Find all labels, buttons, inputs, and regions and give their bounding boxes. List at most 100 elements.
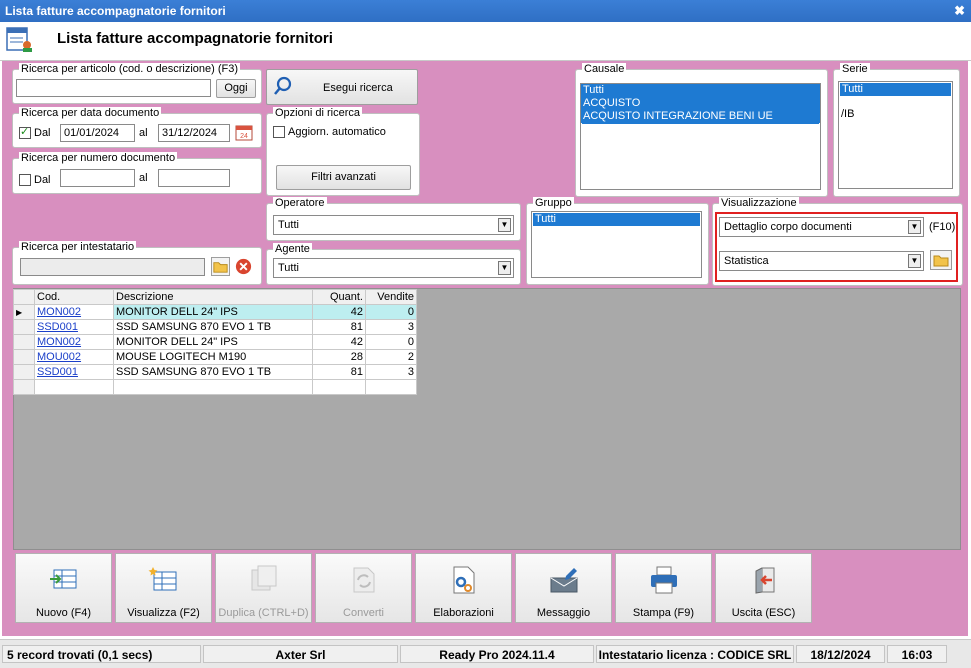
table-row[interactable]: MON002 MONITOR DELL 24" IPS 42 0	[13, 334, 417, 350]
chevron-down-icon[interactable]: ▼	[498, 261, 511, 275]
column-header-cod[interactable]: Cod.	[34, 289, 114, 305]
cell-descr: MONITOR DELL 24" IPS	[113, 304, 313, 320]
date-from-checkbox[interactable]: ✓	[19, 126, 31, 139]
group-label: Gruppo	[533, 197, 574, 210]
duplicate-button[interactable]: Duplica (CTRL+D)	[215, 553, 312, 623]
causale-item[interactable]: ACQUISTO	[581, 97, 820, 110]
row-pointer-icon: ▶	[13, 304, 35, 320]
operator-group: Operatore Tutti ▼	[266, 197, 521, 241]
message-button[interactable]: Messaggio	[515, 553, 612, 623]
row-indicator-header	[13, 289, 35, 305]
agent-select[interactable]: Tutti ▼	[273, 258, 514, 278]
group-list[interactable]: Tutti	[531, 211, 702, 278]
number-to-input[interactable]	[158, 169, 230, 187]
article-search-group: Ricerca per articolo (cod. o descrizione…	[12, 63, 262, 104]
close-icon[interactable]: ✖	[954, 3, 965, 19]
table-row[interactable]: SSD001 SSD SAMSUNG 870 EVO 1 TB 81 3	[13, 319, 417, 335]
serie-label: Serie	[840, 63, 870, 76]
agent-group: Agente Tutti ▼	[266, 243, 521, 285]
cell-empty	[365, 379, 417, 395]
cell-cod[interactable]: MON002	[34, 334, 114, 350]
agent-value: Tutti	[278, 262, 299, 274]
serie-item[interactable]: Tutti	[840, 83, 951, 96]
auto-update-checkbox[interactable]	[273, 126, 285, 138]
group-item[interactable]: Tutti	[533, 213, 700, 226]
column-header-descrizione[interactable]: Descrizione	[113, 289, 313, 305]
row-indicator	[13, 319, 35, 335]
table-row-empty[interactable]	[13, 379, 417, 395]
cell-sales: 3	[365, 319, 417, 335]
view-record-icon	[148, 567, 177, 591]
number-search-group: Ricerca per numero documento Dal al	[12, 152, 262, 194]
results-table[interactable]: Cod. Descrizione Quant. Vendite ▶ MON002…	[13, 289, 417, 395]
serie-list[interactable]: Tutti /IB	[838, 81, 953, 189]
new-button[interactable]: Nuovo (F4)	[15, 553, 112, 623]
serie-group: Serie Tutti /IB	[833, 63, 960, 197]
folder-icon[interactable]	[211, 257, 230, 276]
search-button[interactable]: Esegui ricerca	[266, 69, 418, 105]
date-search-label: Ricerca per data documento	[19, 107, 162, 120]
exit-button-label: Uscita (ESC)	[731, 607, 796, 619]
column-header-quant[interactable]: Quant.	[312, 289, 366, 305]
holder-search-input[interactable]	[20, 258, 205, 276]
chevron-down-icon[interactable]: ▼	[498, 218, 511, 232]
calendar-icon[interactable]: 24	[235, 123, 253, 141]
search-button-label: Esegui ricerca	[323, 82, 393, 94]
operator-value: Tutti	[278, 219, 299, 231]
cell-descr: SSD SAMSUNG 870 EVO 1 TB	[113, 364, 313, 380]
processing-button[interactable]: Elaborazioni	[415, 553, 512, 623]
page-header: Lista fatture accompagnatorie fornitori	[0, 22, 971, 61]
causale-item[interactable]: Tutti	[581, 84, 820, 97]
convert-button[interactable]: Converti	[315, 553, 412, 623]
cell-empty	[312, 379, 366, 395]
holder-search-label: Ricerca per intestatario	[19, 241, 137, 254]
causale-list[interactable]: Tutti ACQUISTO ACQUISTO INTEGRAZIONE BEN…	[580, 83, 821, 190]
cell-qty: 42	[312, 304, 366, 320]
cell-descr: MOUSE LOGITECH M190	[113, 349, 313, 365]
table-row[interactable]: ▶ MON002 MONITOR DELL 24" IPS 42 0	[13, 304, 417, 320]
row-indicator	[13, 334, 35, 350]
date-to-label: al	[139, 127, 148, 139]
operator-select[interactable]: Tutti ▼	[273, 215, 514, 235]
invoice-list-icon	[6, 27, 32, 52]
serie-item[interactable]: /IB	[839, 108, 952, 121]
date-from-input[interactable]: 01/01/2024	[60, 124, 135, 142]
table-row[interactable]: SSD001 SSD SAMSUNG 870 EVO 1 TB 81 3	[13, 364, 417, 380]
cell-qty: 81	[312, 319, 366, 335]
causale-item[interactable]: ACQUISTO INTEGRAZIONE BENI UE	[581, 110, 820, 123]
row-indicator	[13, 364, 35, 380]
processing-button-label: Elaborazioni	[433, 607, 494, 619]
number-search-label: Ricerca per numero documento	[19, 152, 178, 165]
status-version: Ready Pro 2024.11.4	[400, 645, 594, 663]
duplicate-icon	[251, 565, 277, 591]
new-record-icon	[50, 569, 77, 589]
date-from-label: Dal	[34, 127, 51, 139]
table-row[interactable]: MOU002 MOUSE LOGITECH M190 28 2	[13, 349, 417, 365]
view-button[interactable]: Visualizza (F2)	[115, 553, 212, 623]
status-records: 5 record trovati (0,1 secs)	[2, 645, 201, 663]
window-title: Lista fatture accompagnatorie fornitori	[5, 4, 226, 18]
cell-sales: 3	[365, 364, 417, 380]
exit-button[interactable]: Uscita (ESC)	[715, 553, 812, 623]
exit-icon	[755, 567, 775, 594]
group-group: Gruppo Tutti	[526, 197, 709, 285]
clear-icon[interactable]	[234, 257, 253, 276]
column-header-vendite[interactable]: Vendite	[365, 289, 417, 305]
print-button[interactable]: Stampa (F9)	[615, 553, 712, 623]
status-date: 18/12/2024	[796, 645, 885, 663]
status-time: 16:03	[887, 645, 947, 663]
date-to-input[interactable]: 31/12/2024	[158, 124, 230, 142]
cell-cod[interactable]: MON002	[34, 304, 114, 320]
magnifier-icon	[274, 76, 292, 95]
cell-cod[interactable]: SSD001	[34, 364, 114, 380]
highlight-box	[715, 212, 958, 282]
today-button[interactable]: Oggi	[216, 79, 256, 98]
cell-cod[interactable]: MOU002	[34, 349, 114, 365]
cell-qty: 42	[312, 334, 366, 350]
article-search-input[interactable]	[16, 79, 211, 97]
causale-group: Causale Tutti ACQUISTO ACQUISTO INTEGRAZ…	[575, 63, 828, 197]
number-from-checkbox[interactable]	[19, 174, 31, 186]
cell-cod[interactable]: SSD001	[34, 319, 114, 335]
number-from-input[interactable]	[60, 169, 135, 187]
advanced-filters-button[interactable]: Filtri avanzati	[276, 165, 411, 190]
